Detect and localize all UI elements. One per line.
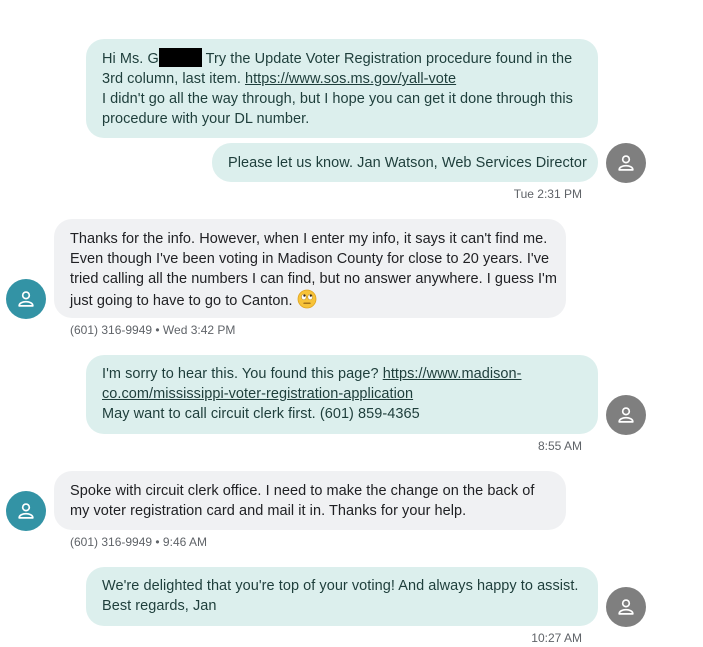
eye-roll-emoji [297,289,317,315]
message-line: procedure with your DL number. [102,111,310,127]
sender-avatar[interactable] [606,587,646,627]
message-line: tried calling all the numbers I can find… [70,271,557,287]
sender-avatar[interactable] [606,143,646,183]
message-meta: (601) 316-9949 • 9:46 AM [70,535,207,549]
contact-avatar[interactable] [6,279,46,319]
madison-co-link-continued[interactable]: co.com/mississippi-voter-registration-ap… [102,386,413,402]
person-icon [618,599,634,615]
message-line: my voter registration card and mail it i… [70,503,467,519]
person-icon [618,407,634,423]
message-line: I didn't go all the way through, but I h… [102,91,573,107]
incoming-message-bubble[interactable]: Thanks for the info. However, when I ent… [54,219,566,318]
sender-avatar[interactable] [606,395,646,435]
message-timestamp: 10:27 AM [531,631,582,645]
message-line: Spoke with circuit clerk office. I need … [70,483,535,499]
message-line: just going to have to go to Canton. [70,289,550,315]
message-text: Please let us know. Jan Watson, Web Serv… [228,155,587,171]
person-icon [18,291,34,307]
incoming-message-bubble[interactable]: Spoke with circuit clerk office. I need … [54,471,566,530]
message-timestamp: 8:55 AM [537,439,582,453]
message-line: Best regards, Jan [102,598,217,614]
contact-avatar[interactable] [6,491,46,531]
message-line: We're delighted that you're top of your … [102,578,579,594]
message-line: May want to call circuit clerk first. (6… [102,406,420,422]
message-timestamp: Tue 2:31 PM [513,187,582,201]
message-line: co.com/mississippi-voter-registration-ap… [102,384,582,404]
outgoing-message-bubble[interactable]: Please let us know. Jan Watson, Web Serv… [212,143,598,182]
madison-co-link[interactable]: https://www.madison- [383,366,522,382]
message-meta: (601) 316-9949 • Wed 3:42 PM [70,323,236,337]
person-icon [18,503,34,519]
outgoing-message-bubble[interactable]: We're delighted that you're top of your … [86,567,598,626]
sos-vote-link[interactable]: https://www.sos.ms.gov/yall-vote [245,71,456,87]
message-line: Hi Ms. G Try the Update Voter Registrati… [102,48,582,69]
person-icon [618,155,634,171]
message-line: Even though I've been voting in Madison … [70,251,550,267]
message-line: I'm sorry to hear this. You found this p… [102,366,522,382]
message-line: 3rd column, last item. https://www.sos.m… [102,71,457,87]
outgoing-message-bubble[interactable]: Hi Ms. G Try the Update Voter Registrati… [86,39,598,138]
redacted-name [158,48,202,67]
message-line: Thanks for the info. However, when I ent… [70,231,548,247]
outgoing-message-bubble[interactable]: I'm sorry to hear this. You found this p… [86,355,598,434]
